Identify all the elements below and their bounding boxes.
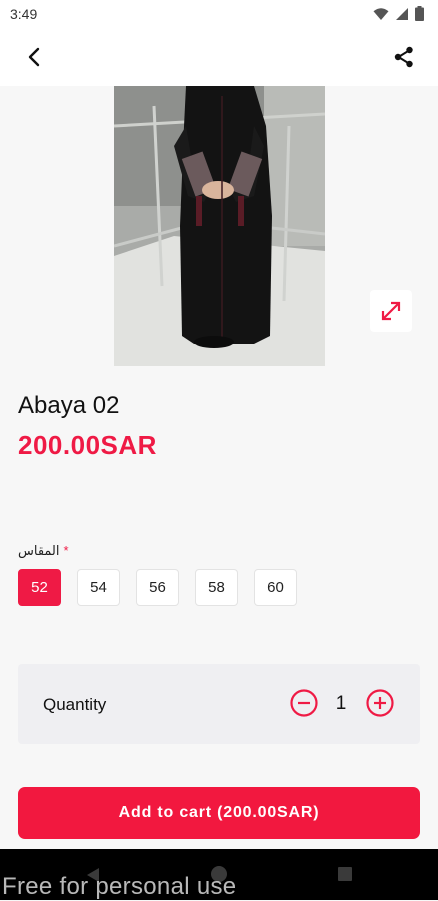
share-button[interactable] xyxy=(390,43,418,71)
status-icons xyxy=(373,6,424,21)
size-chip-56[interactable]: 56 xyxy=(136,569,179,606)
nav-recents-icon[interactable] xyxy=(338,867,352,881)
size-chip-54[interactable]: 54 xyxy=(77,569,120,606)
quantity-label: Quantity xyxy=(43,695,107,714)
size-options: 52 54 56 58 60 xyxy=(18,569,297,606)
status-time: 3:49 xyxy=(10,6,38,22)
decrease-quantity-button[interactable] xyxy=(289,688,319,718)
app-bar xyxy=(0,28,438,86)
watermark-text: Free for personal use xyxy=(2,873,237,900)
back-button[interactable] xyxy=(20,43,48,71)
signal-icon xyxy=(396,7,408,20)
size-chip-52[interactable]: 52 xyxy=(18,569,61,606)
add-to-cart-button[interactable]: Add to cart (200.00SAR) xyxy=(18,787,420,839)
product-title: Abaya 02 xyxy=(18,392,120,419)
size-chip-60[interactable]: 60 xyxy=(254,569,297,606)
quantity-value: 1 xyxy=(335,693,347,714)
product-price: 200.00SAR xyxy=(18,430,157,460)
plus-circle-icon xyxy=(366,689,394,717)
expand-icon xyxy=(381,301,401,321)
battery-icon xyxy=(415,6,424,21)
increase-quantity-button[interactable] xyxy=(365,688,395,718)
size-label-text: المقاس xyxy=(18,543,60,558)
share-icon xyxy=(394,46,413,68)
wifi-icon xyxy=(373,7,389,20)
quantity-panel: Quantity 1 xyxy=(18,664,420,744)
arrow-left-icon xyxy=(28,47,40,67)
expand-image-button[interactable] xyxy=(370,290,412,332)
status-bar: 3:49 xyxy=(0,0,438,28)
minus-circle-icon xyxy=(290,689,318,717)
size-chip-58[interactable]: 58 xyxy=(195,569,238,606)
size-option-label: المقاس * xyxy=(18,543,69,559)
product-image[interactable] xyxy=(114,86,325,366)
required-mark: * xyxy=(63,543,69,558)
